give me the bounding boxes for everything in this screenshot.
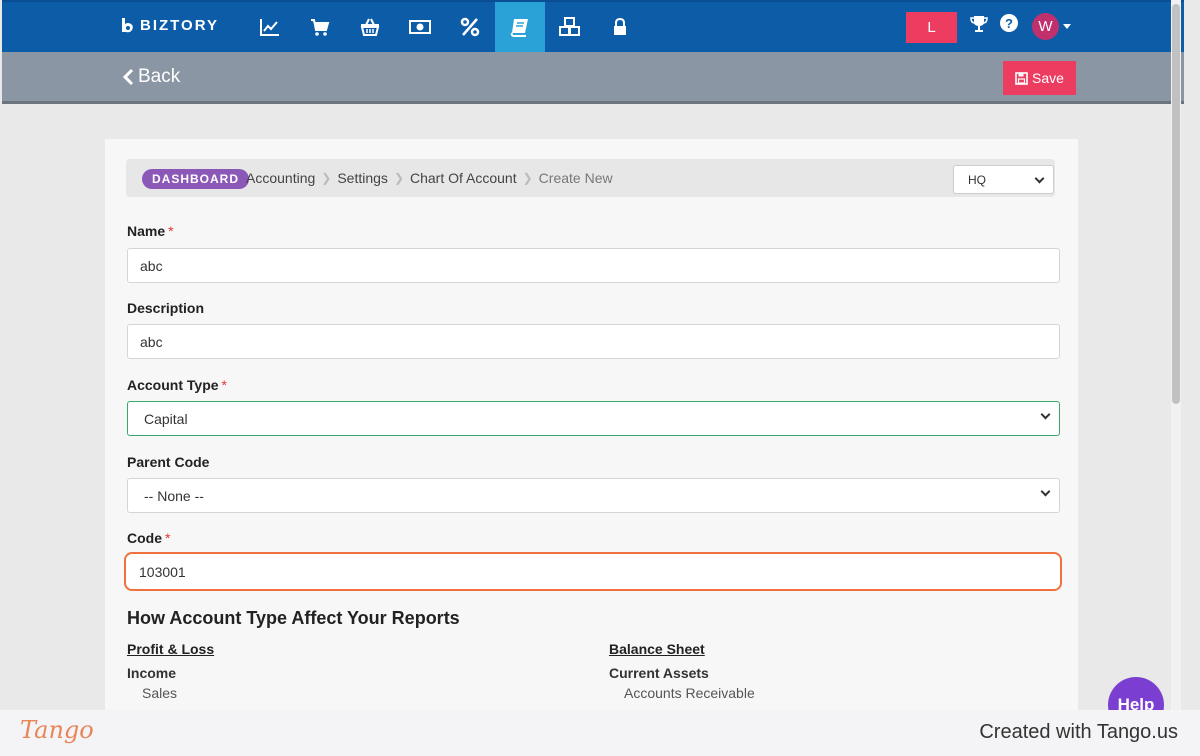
chevron-down-icon bbox=[1040, 409, 1051, 420]
nav-accounting[interactable] bbox=[495, 2, 545, 52]
code-field[interactable]: 103001 bbox=[124, 552, 1062, 591]
breadcrumb-settings[interactable]: Settings bbox=[337, 170, 388, 186]
breadcrumb-trail: Accounting ❯ Settings ❯ Chart Of Account… bbox=[246, 170, 613, 186]
scrollbar-thumb[interactable] bbox=[1172, 4, 1180, 404]
book-icon bbox=[510, 19, 528, 37]
chevron-right-icon: ❯ bbox=[393, 171, 404, 185]
chevron-down-icon[interactable] bbox=[1063, 24, 1071, 29]
description-field[interactable]: abc bbox=[127, 324, 1060, 359]
reports-heading: How Account Type Affect Your Reports bbox=[127, 608, 460, 628]
brand-name: BIZTORY bbox=[140, 16, 220, 34]
floppy-disk-icon bbox=[1015, 71, 1028, 85]
page-scrollbar[interactable] bbox=[1171, 0, 1181, 710]
balance-sheet-heading: Balance Sheet bbox=[609, 641, 705, 657]
created-with-text: Created with Tango.us bbox=[979, 721, 1178, 743]
current-assets-group: Current Assets bbox=[609, 665, 709, 681]
chart-line-icon bbox=[260, 19, 279, 36]
chevron-down-icon bbox=[1040, 486, 1051, 497]
top-navbar: BIZTORY L ? W bbox=[2, 0, 1184, 52]
name-label: Name * bbox=[127, 223, 174, 239]
branch-select-value: HQ bbox=[968, 173, 986, 187]
brand-logo[interactable]: BIZTORY bbox=[120, 16, 219, 34]
profit-loss-heading: Profit & Loss bbox=[127, 641, 215, 657]
user-location-button[interactable]: L bbox=[906, 12, 957, 43]
nav-sales[interactable] bbox=[295, 2, 345, 52]
nav-finance[interactable] bbox=[395, 2, 445, 52]
breadcrumb-accounting[interactable]: Accounting bbox=[246, 170, 315, 186]
lock-icon bbox=[614, 17, 626, 35]
cart-icon bbox=[311, 19, 330, 36]
main-nav bbox=[245, 2, 645, 52]
money-icon bbox=[409, 20, 431, 34]
back-button[interactable]: Back bbox=[122, 66, 180, 88]
cubes-icon bbox=[559, 17, 580, 36]
code-label: Code * bbox=[127, 530, 171, 546]
name-field[interactable]: abc bbox=[127, 248, 1060, 283]
help-question-icon[interactable]: ? bbox=[1000, 14, 1018, 32]
avatar[interactable]: W bbox=[1032, 13, 1059, 40]
breadcrumb-create-new: Create New bbox=[538, 170, 613, 186]
nav-inventory[interactable] bbox=[545, 2, 595, 52]
description-label: Description bbox=[127, 300, 205, 316]
chevron-down-icon bbox=[1034, 173, 1045, 184]
nav-promotions[interactable] bbox=[445, 2, 495, 52]
nav-purchases[interactable] bbox=[345, 2, 395, 52]
back-label: Back bbox=[138, 66, 181, 87]
save-button[interactable]: Save bbox=[1003, 61, 1076, 95]
income-item: Sales bbox=[142, 685, 178, 701]
account-type-select[interactable]: Capital bbox=[127, 401, 1060, 436]
nav-reports[interactable] bbox=[245, 2, 295, 52]
chevron-right-icon: ❯ bbox=[522, 171, 533, 185]
trophy-icon[interactable] bbox=[969, 14, 989, 39]
branch-select[interactable]: HQ bbox=[953, 165, 1054, 194]
action-bar: Back Save bbox=[2, 52, 1184, 104]
percent-icon bbox=[460, 17, 480, 37]
income-group: Income bbox=[127, 665, 177, 681]
save-label: Save bbox=[1032, 70, 1064, 86]
form-card: DASHBOARD Accounting ❯ Settings ❯ Chart … bbox=[105, 139, 1078, 710]
chevron-right-icon: ❯ bbox=[321, 171, 332, 185]
app-frame: BIZTORY L ? W Back Save DASHBOARD Accoun… bbox=[2, 0, 1184, 710]
nav-security[interactable] bbox=[595, 2, 645, 52]
current-assets-item: Accounts Receivable bbox=[624, 685, 755, 701]
breadcrumb-chart-of-account[interactable]: Chart Of Account bbox=[410, 170, 517, 186]
account-type-label: Account Type * bbox=[127, 377, 227, 393]
parent-code-label: Parent Code bbox=[127, 454, 210, 470]
basket-icon bbox=[360, 18, 380, 36]
tango-logo: Tango bbox=[20, 716, 94, 744]
tango-footer: Tango Created with Tango.us bbox=[0, 710, 1200, 756]
breadcrumb-dashboard[interactable]: DASHBOARD bbox=[142, 169, 249, 189]
chevron-left-icon bbox=[122, 68, 134, 86]
breadcrumb: DASHBOARD Accounting ❯ Settings ❯ Chart … bbox=[126, 159, 1055, 197]
biztory-logo-icon bbox=[120, 16, 136, 34]
parent-code-select[interactable]: -- None -- bbox=[127, 478, 1060, 513]
